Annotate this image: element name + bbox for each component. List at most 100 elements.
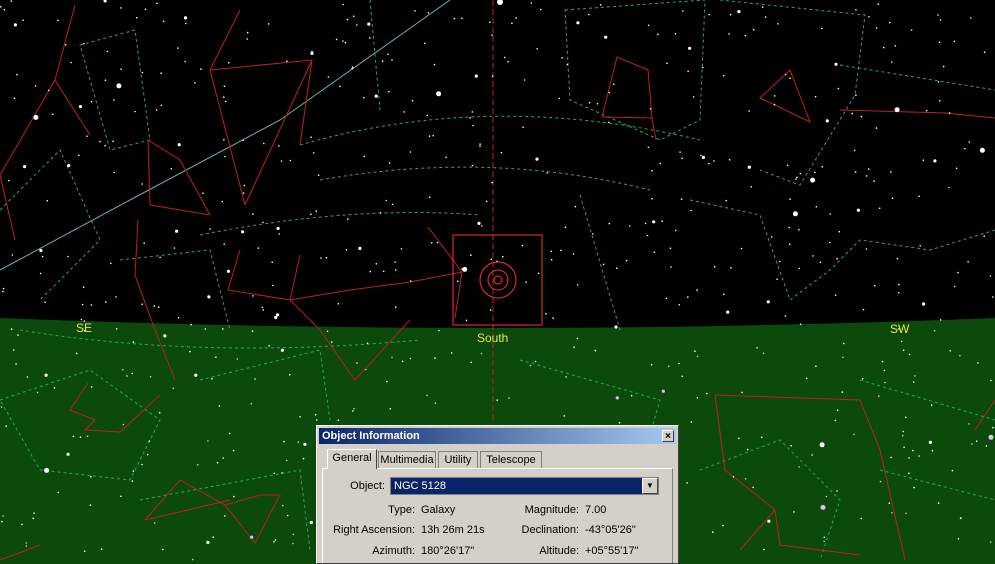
star: [465, 319, 468, 322]
star: [825, 495, 828, 498]
star: [242, 139, 244, 142]
star: [429, 196, 431, 199]
altitude-label: Altitude:: [539, 545, 579, 557]
star: [776, 278, 778, 281]
star: [66, 452, 70, 456]
star: [143, 242, 145, 244]
star: [110, 262, 112, 265]
star: [78, 154, 80, 157]
star: [855, 9, 857, 11]
star: [197, 463, 199, 466]
star: [2, 287, 5, 290]
object-information-dialog[interactable]: Object Information × General Multimedia …: [316, 425, 679, 564]
star: [592, 233, 594, 235]
close-x-icon: ×: [665, 431, 671, 442]
star: [763, 548, 765, 551]
star: [25, 542, 28, 544]
star: [756, 347, 758, 349]
star: [352, 410, 354, 412]
star: [908, 353, 911, 356]
star: [367, 22, 371, 26]
star: [805, 377, 808, 380]
star: [696, 397, 699, 399]
star: [194, 82, 196, 84]
star: [70, 61, 72, 64]
star: [918, 455, 920, 457]
star: [191, 558, 194, 561]
star: [395, 306, 397, 308]
star: [434, 357, 436, 359]
object-select[interactable]: NGC 5128 ▼: [390, 477, 659, 495]
star: [896, 257, 899, 260]
star: [132, 341, 135, 343]
magnitude-label: Magnitude:: [524, 504, 579, 516]
star: [325, 256, 328, 259]
star: [878, 207, 881, 209]
general-tab-panel: Object: NGC 5128 ▼ Type: Galaxy Magnitud…: [322, 468, 673, 563]
star: [922, 159, 925, 161]
tab-multimedia[interactable]: Multimedia: [378, 451, 436, 468]
star: [16, 73, 18, 76]
star: [933, 329, 936, 332]
star: [363, 155, 366, 158]
star: [204, 328, 207, 330]
star: [970, 17, 972, 19]
star: [867, 168, 870, 170]
star: [26, 376, 29, 378]
star: [315, 210, 318, 212]
star: [470, 254, 472, 256]
star: [894, 107, 900, 113]
star: [39, 248, 43, 253]
star: [310, 213, 312, 215]
star: [146, 453, 149, 456]
star: [474, 74, 478, 78]
star: [607, 121, 610, 124]
star: [160, 72, 162, 74]
star: [992, 426, 994, 429]
star: [552, 317, 554, 319]
star: [216, 461, 219, 464]
star: [576, 284, 579, 286]
star: [599, 4, 602, 6]
tab-general[interactable]: General: [327, 449, 377, 469]
star: [784, 315, 787, 317]
star: [81, 303, 84, 306]
star: [842, 356, 844, 359]
star: [428, 135, 431, 137]
star: [424, 42, 426, 45]
close-button[interactable]: ×: [662, 430, 674, 442]
horizon-label-south: South: [477, 331, 509, 345]
star: [86, 135, 88, 137]
object-dropdown-button[interactable]: ▼: [642, 478, 658, 494]
star: [761, 6, 764, 8]
star: [218, 405, 221, 407]
star: [574, 205, 577, 208]
star: [292, 533, 295, 536]
tab-telescope[interactable]: Telescope: [480, 451, 542, 468]
star: [267, 23, 270, 25]
tab-utility[interactable]: Utility: [438, 451, 478, 468]
star: [162, 548, 164, 551]
dialog-titlebar[interactable]: Object Information ×: [319, 428, 676, 444]
star: [912, 449, 914, 452]
star: [558, 97, 561, 100]
star: [525, 281, 527, 283]
star: [799, 172, 802, 175]
star: [700, 154, 702, 157]
star: [750, 186, 752, 188]
star: [820, 504, 826, 510]
star: [5, 425, 7, 427]
star: [471, 111, 474, 113]
declination-label: Declination:: [521, 524, 579, 536]
star: [838, 230, 841, 233]
star: [650, 364, 653, 366]
star: [236, 358, 239, 360]
star: [875, 127, 878, 129]
star: [289, 159, 292, 162]
star: [834, 62, 838, 66]
star: [436, 91, 442, 97]
star: [131, 480, 134, 482]
star: [314, 413, 317, 416]
star: [748, 110, 750, 112]
star: [252, 213, 254, 215]
